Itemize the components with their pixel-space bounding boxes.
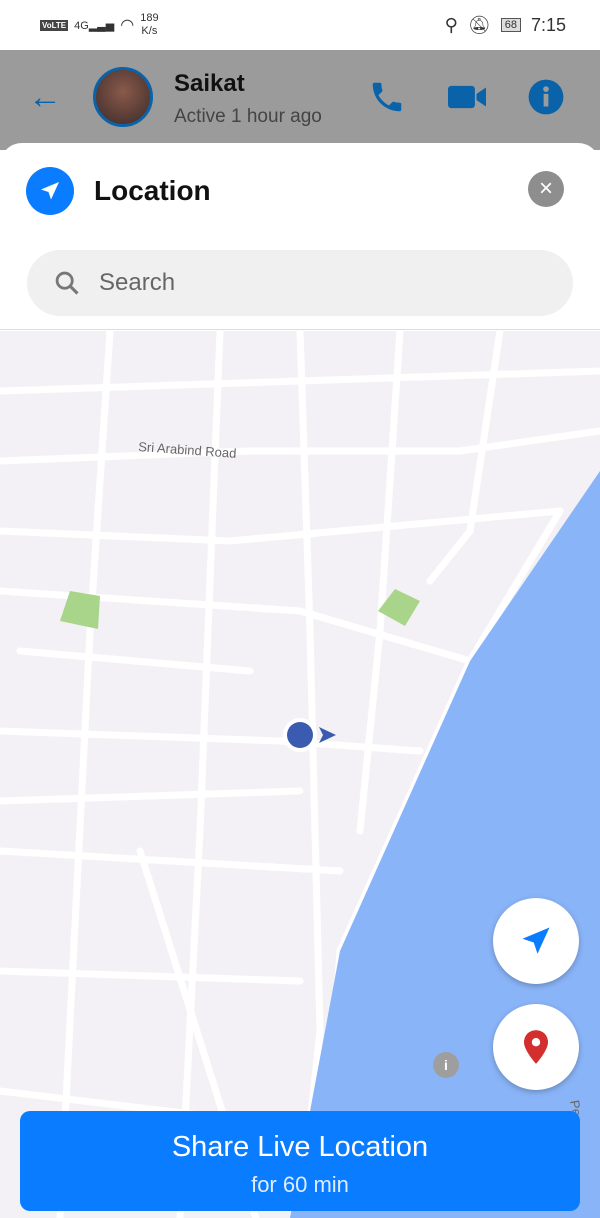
network-type: 4G [74, 19, 89, 32]
river [290, 471, 600, 1218]
presence-status: Active 1 hour ago [174, 106, 322, 127]
avatar[interactable] [93, 67, 153, 127]
mute-bell-icon: 🔕︎ [467, 14, 491, 35]
video-camera-icon[interactable] [446, 78, 488, 116]
signal-icon: 4G▂▃▅ [74, 19, 115, 32]
navigation-arrow-icon [522, 927, 550, 954]
contact-name: Saikat [174, 70, 245, 97]
phone-icon[interactable] [368, 78, 406, 116]
location-sheet: Location × [0, 143, 600, 330]
map-pin-icon [524, 1030, 548, 1064]
search-input[interactable] [99, 269, 519, 297]
wifi-icon: ◠ [120, 17, 135, 34]
battery-icon: 68 [500, 18, 521, 32]
map-canvas[interactable]: Sri Arabind Road Pe i [0, 331, 600, 1218]
volte-icon: VoLTE [40, 19, 69, 31]
share-duration: for 60 min [251, 1172, 349, 1197]
current-location-dot [287, 722, 313, 748]
info-icon[interactable] [527, 78, 565, 116]
map[interactable]: Sri Arabind Road Pe i [0, 331, 600, 1218]
share-live-location-button[interactable]: Share Live Location for 60 min [20, 1111, 580, 1211]
heading-arrow-icon [319, 727, 336, 743]
speed-value: 189 [140, 12, 159, 24]
location-icon: ⚲ [444, 14, 458, 35]
navigation-arrow-icon [26, 167, 74, 215]
search-icon [55, 271, 79, 295]
recenter-button[interactable] [493, 898, 579, 984]
drop-pin-button[interactable] [493, 1004, 579, 1090]
sheet-title: Location [94, 175, 211, 206]
share-label: Share Live Location [171, 1131, 429, 1163]
speed-readout: 189 K/s [140, 12, 158, 38]
back-arrow-icon[interactable]: ← [28, 78, 62, 117]
status-bar: VoLTE 4G▂▃▅ ◠ 189 K/s ⚲ 🔕︎ 68 7:15 [0, 0, 600, 50]
chat-header: ← Saikat Active 1 hour ago [0, 50, 600, 150]
map-info-glyph: i [444, 1057, 448, 1073]
search-field[interactable] [27, 250, 573, 316]
close-button[interactable]: × [528, 171, 564, 207]
speed-unit: K/s [141, 25, 158, 37]
clock: 7:15 [530, 14, 566, 35]
